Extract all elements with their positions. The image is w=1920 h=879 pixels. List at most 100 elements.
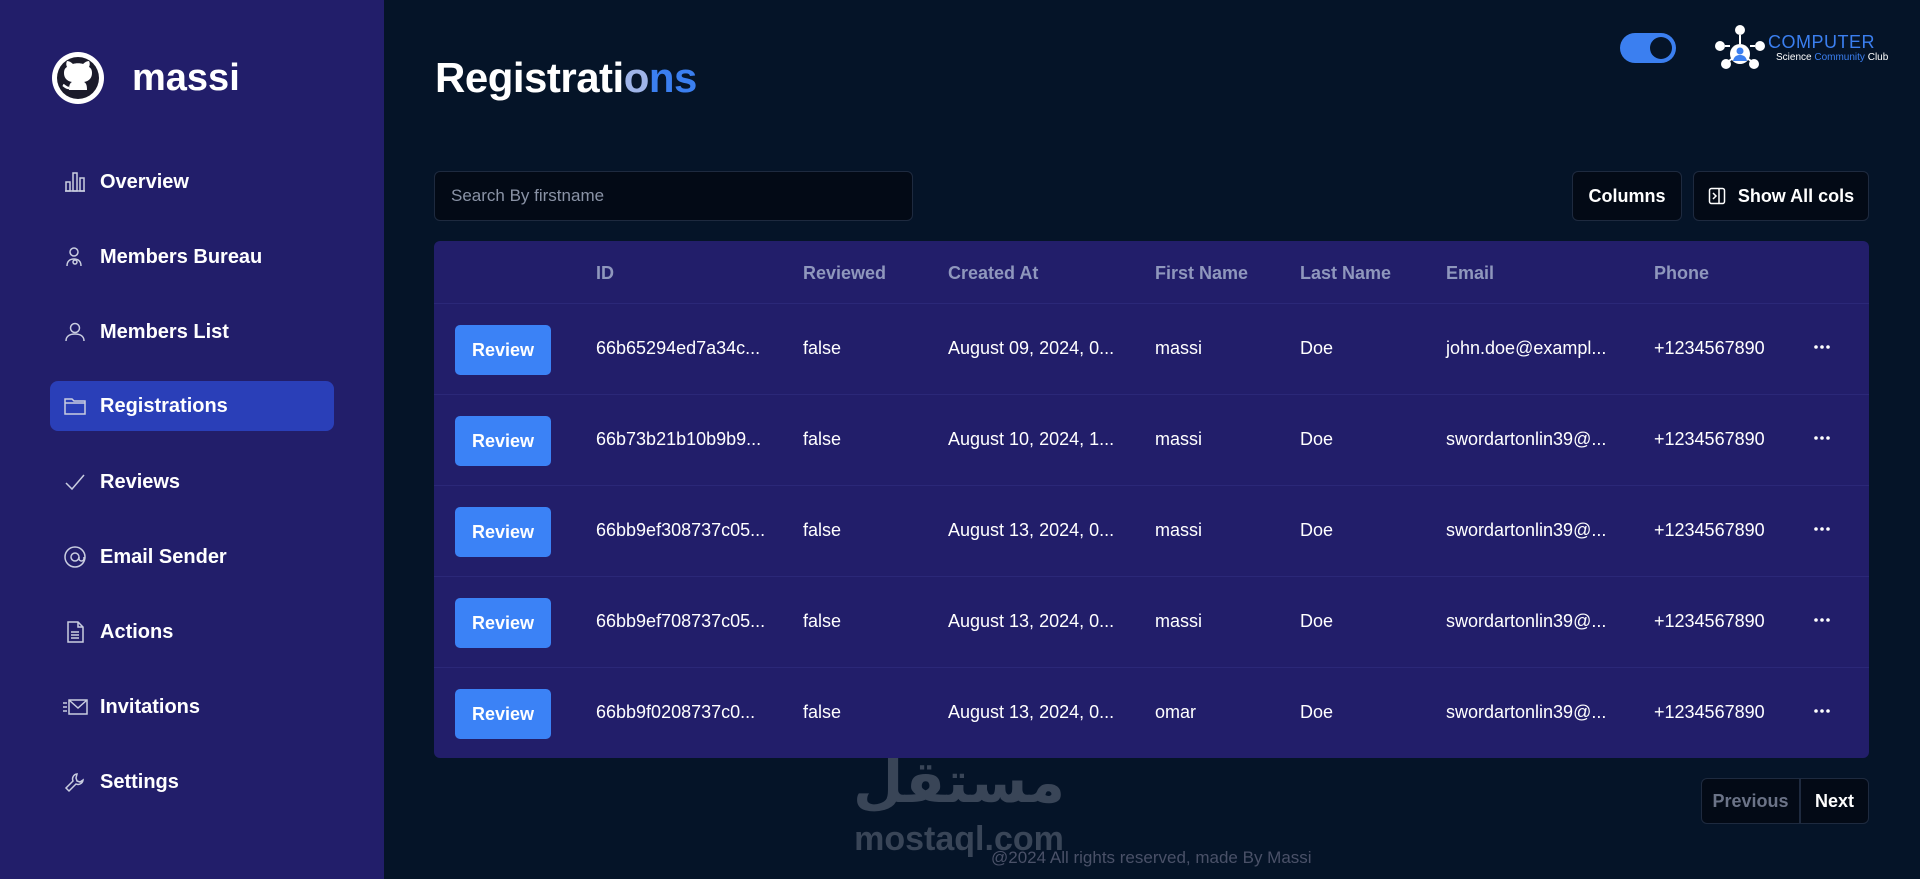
wrench-icon	[62, 769, 88, 795]
sidebar-item-label: Settings	[100, 770, 179, 793]
sidebar-item-label: Invitations	[100, 695, 201, 718]
sidebar-item-label: Actions	[100, 620, 174, 643]
column-header-email[interactable]: Email	[1446, 263, 1494, 284]
cell-phone: +1234567890	[1654, 611, 1765, 631]
sidebar-item-label: Overview	[100, 170, 189, 193]
page-title-part: ns	[648, 54, 698, 101]
review-button[interactable]: Review	[455, 598, 551, 648]
cell-phone: +1234567890	[1654, 702, 1765, 722]
review-button[interactable]: Review	[455, 689, 551, 739]
cell-id: 66b73b21b10b9b9...	[596, 429, 762, 449]
pagination: Previous Next	[1701, 778, 1869, 824]
club-logo-sub-part: Science	[1776, 52, 1815, 63]
columns-button[interactable]: Columns	[1572, 171, 1682, 221]
column-header-created-at[interactable]: Created At	[948, 263, 1038, 284]
table-row: Review 66b65294ed7a34c... false August 0…	[434, 303, 1869, 394]
previous-page-button[interactable]: Previous	[1701, 778, 1800, 824]
folder-icon	[62, 393, 88, 419]
registrations-table: ID Reviewed Created At First Name Last N…	[434, 241, 1869, 758]
more-options-icon[interactable]	[1807, 423, 1837, 453]
document-icon	[62, 619, 88, 645]
brand-name: massi	[132, 56, 240, 99]
bar-chart-icon	[62, 169, 88, 195]
sidebar: massi Overview Members Bureau Members Li…	[0, 0, 384, 879]
cell-created-at: August 13, 2024, 0...	[948, 611, 1115, 631]
review-button[interactable]: Review	[455, 507, 551, 557]
column-header-first-name[interactable]: First Name	[1155, 263, 1248, 284]
cell-reviewed: false	[803, 429, 842, 449]
cell-id: 66bb9ef708737c05...	[596, 611, 766, 631]
cell-email: swordartonlin39@...	[1446, 702, 1607, 722]
cell-reviewed: false	[803, 702, 842, 722]
cell-reviewed: false	[803, 520, 842, 540]
sidebar-item-actions[interactable]: Actions	[50, 607, 334, 657]
watermark: مستقل mostaql.com	[843, 748, 1075, 858]
sidebar-item-members-list[interactable]: Members List	[50, 307, 334, 357]
more-options-icon[interactable]	[1807, 696, 1837, 726]
cell-created-at: August 13, 2024, 0...	[948, 702, 1115, 722]
cell-created-at: August 13, 2024, 0...	[948, 520, 1115, 540]
show-all-cols-button[interactable]: Show All cols	[1693, 171, 1869, 221]
cell-last-name: Doe	[1300, 520, 1334, 540]
cell-first-name: omar	[1155, 702, 1197, 722]
column-header-phone[interactable]: Phone	[1654, 263, 1709, 284]
cell-last-name: Doe	[1300, 338, 1334, 358]
club-logo-word: COMPUTER	[1768, 32, 1875, 52]
column-header-reviewed[interactable]: Reviewed	[803, 263, 886, 284]
cell-email: swordartonlin39@...	[1446, 611, 1607, 631]
more-options-icon[interactable]	[1807, 332, 1837, 362]
club-logo-sub-part: Community	[1814, 52, 1865, 63]
review-button[interactable]: Review	[455, 416, 551, 466]
sidebar-item-settings[interactable]: Settings	[50, 757, 334, 807]
sidebar-item-invitations[interactable]: Invitations	[50, 682, 334, 732]
cell-id: 66bb9f0208737c0...	[596, 702, 756, 722]
cell-phone: +1234567890	[1654, 429, 1765, 449]
github-icon	[52, 52, 104, 104]
club-logo-icon	[1715, 25, 1765, 69]
sidebar-item-registrations[interactable]: Registrations	[50, 381, 334, 431]
table-row: Review 66bb9ef308737c05... false August …	[434, 485, 1869, 576]
cell-last-name: Doe	[1300, 429, 1334, 449]
panel-toggle-icon	[1708, 187, 1726, 205]
more-options-icon[interactable]	[1807, 605, 1837, 635]
sidebar-item-label: Reviews	[100, 470, 181, 493]
cell-first-name: massi	[1155, 338, 1203, 358]
cell-first-name: massi	[1155, 611, 1203, 631]
sidebar-item-members-bureau[interactable]: Members Bureau	[50, 232, 334, 282]
sidebar-item-email-sender[interactable]: Email Sender	[50, 532, 334, 582]
sidebar-item-label: Members Bureau	[100, 245, 263, 268]
next-page-button[interactable]: Next	[1800, 778, 1869, 824]
cell-reviewed: false	[803, 338, 842, 358]
cell-last-name: Doe	[1300, 611, 1334, 631]
cell-first-name: massi	[1155, 520, 1203, 540]
envelope-icon	[62, 694, 88, 720]
sidebar-item-reviews[interactable]: Reviews	[50, 457, 334, 507]
column-header-id[interactable]: ID	[596, 263, 614, 284]
user-icon	[62, 319, 88, 345]
at-sign-icon	[62, 544, 88, 570]
theme-toggle[interactable]	[1620, 33, 1676, 63]
watermark-arabic: مستقل	[852, 748, 1066, 816]
cell-phone: +1234567890	[1654, 520, 1765, 540]
page-title-part: o	[623, 54, 650, 101]
user-badge-icon	[62, 244, 88, 270]
table-row: Review 66bb9f0208737c0... false August 1…	[434, 667, 1869, 758]
club-logo-subtitle: Science Community Club	[1776, 52, 1888, 63]
search-input[interactable]	[434, 171, 913, 221]
table-header: ID Reviewed Created At First Name Last N…	[434, 241, 1869, 303]
more-options-icon[interactable]	[1807, 514, 1837, 544]
cell-reviewed: false	[803, 611, 842, 631]
check-icon	[62, 469, 88, 495]
sidebar-item-label: Members List	[100, 320, 229, 343]
cell-id: 66b65294ed7a34c...	[596, 338, 761, 358]
footer-text: @2024 All rights reserved, made By Massi	[991, 848, 1312, 867]
table-row: Review 66bb9ef708737c05... false August …	[434, 576, 1869, 667]
page-title-part: Registrati	[435, 54, 624, 101]
column-header-last-name[interactable]: Last Name	[1300, 263, 1391, 284]
review-button[interactable]: Review	[455, 325, 551, 375]
sidebar-item-overview[interactable]: Overview	[50, 157, 334, 207]
brand[interactable]: massi	[52, 52, 240, 104]
cell-email: swordartonlin39@...	[1446, 520, 1607, 540]
cell-created-at: August 09, 2024, 0...	[948, 338, 1115, 358]
cell-email: swordartonlin39@...	[1446, 429, 1607, 449]
